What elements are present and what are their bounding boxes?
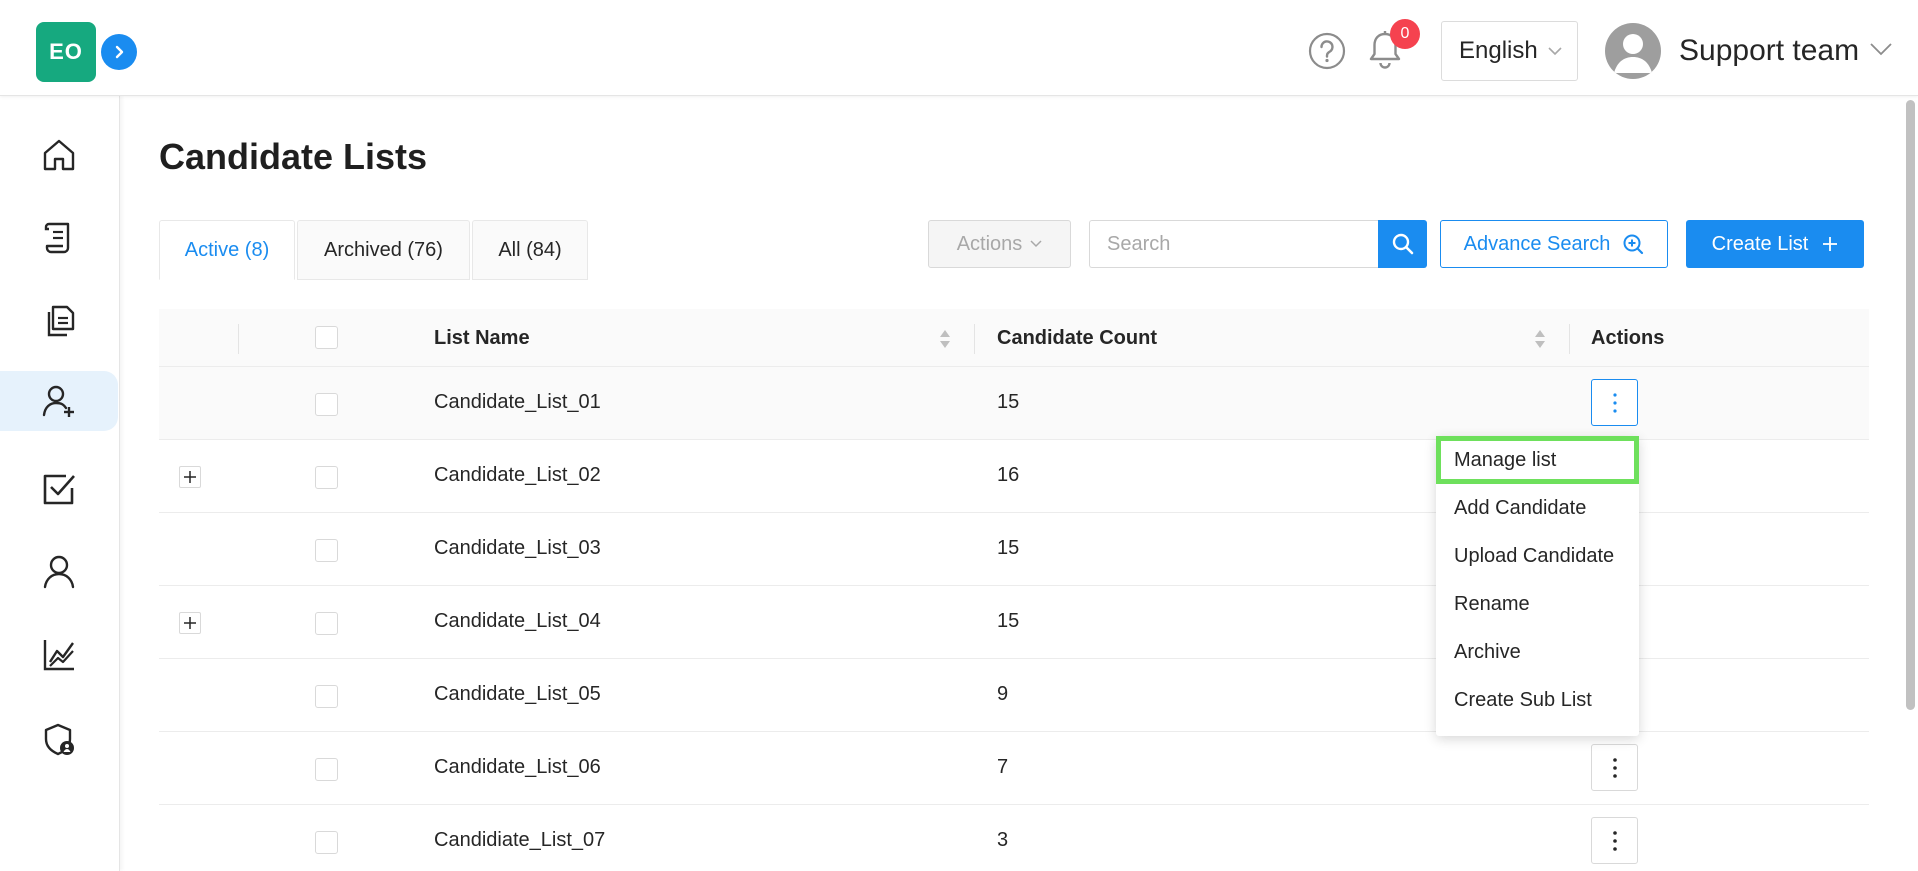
shield-user-icon [44,723,74,756]
candidate-count-cell: 9 [997,683,1009,705]
menu-item-rename[interactable]: Rename [1436,580,1639,628]
tab-active[interactable]: Active (8) [159,220,295,280]
list-name-cell[interactable]: Candidate_List_06 [434,756,601,779]
advance-search-button[interactable]: Advance Search [1440,220,1668,268]
help-icon [1308,32,1346,70]
bulk-actions-label: Actions [956,232,1023,255]
search-icon [1392,233,1413,255]
column-divider [1569,324,1570,354]
create-list-label: Create List [1711,232,1809,255]
expand-row-button[interactable] [179,612,201,634]
sidebar-item-home[interactable] [0,125,118,185]
plus-icon [1823,237,1838,251]
expand-sidebar-button[interactable] [101,34,137,70]
row-actions-button[interactable] [1591,744,1638,791]
help-button[interactable] [1308,32,1346,75]
candidate-count-cell: 15 [997,610,1020,632]
list-name-cell[interactable]: Candidate_List_02 [434,464,601,487]
sidebar-item-reports[interactable] [0,625,118,685]
checkbox-icon [43,474,75,505]
tab-all[interactable]: All (84) [472,220,588,280]
chart-icon [43,640,74,671]
top-bar: EO 0 English Support team [0,0,1918,96]
row-checkbox[interactable] [315,758,338,781]
row-checkbox[interactable] [315,612,338,635]
table-header: List Name Candidate Count Actions [159,309,1869,367]
sidebar-item-users[interactable] [0,542,118,602]
home-icon [43,139,75,171]
chevron-down-icon[interactable] [1870,42,1892,56]
candidate-count-cell: 16 [997,464,1020,486]
language-label: English [1459,37,1538,64]
more-vertical-icon [1612,392,1617,413]
chevron-down-icon [1548,47,1562,56]
language-select[interactable]: English [1441,21,1578,81]
list-name-cell[interactable]: Candidate_List_03 [434,537,601,560]
column-header-candidate-count[interactable]: Candidate Count [997,327,1157,350]
row-checkbox[interactable] [315,539,338,562]
column-divider [238,324,239,354]
plus-icon [184,617,196,629]
sidebar-item-candidates[interactable] [0,371,118,431]
list-name-cell[interactable]: Candidate_List_05 [434,683,601,706]
sidebar-item-scroll[interactable] [0,208,118,268]
row-checkbox[interactable] [315,466,338,489]
column-header-actions: Actions [1591,327,1665,349]
user-avatar-icon [1614,34,1652,73]
row-checkbox[interactable] [315,685,338,708]
candidate-count-cell: 15 [997,391,1020,413]
sidebar-item-tasks[interactable] [0,459,118,519]
list-name-cell[interactable]: Candidate_List_01 [434,391,601,414]
expand-row-button[interactable] [179,466,201,488]
menu-item-upload-candidate[interactable]: Upload Candidate [1436,532,1639,580]
row-checkbox[interactable] [315,393,338,416]
menu-item-manage-list[interactable]: Manage list [1436,436,1639,484]
more-vertical-icon [1612,830,1617,851]
create-list-button[interactable]: Create List [1686,220,1864,268]
notification-badge: 0 [1390,19,1420,49]
more-vertical-icon [1612,757,1617,778]
row-checkbox[interactable] [315,831,338,854]
plus-icon [184,471,196,483]
scrollbar[interactable] [1906,100,1915,710]
row-actions-button[interactable] [1591,817,1638,864]
row-actions-button[interactable] [1591,379,1638,426]
add-user-icon [42,385,74,417]
menu-item-add-candidate[interactable]: Add Candidate [1436,484,1639,532]
column-header-list-name[interactable]: List Name [434,327,530,350]
chevron-right-icon [115,45,124,59]
sidebar-item-documents[interactable] [0,291,118,351]
list-name-cell[interactable]: Candidiate_List_07 [434,829,605,852]
sort-icon[interactable] [1534,329,1546,349]
user-name[interactable]: Support team [1679,34,1859,68]
user-icon [43,555,75,589]
search-input[interactable] [1089,220,1379,268]
documents-icon [47,305,75,337]
avatar[interactable] [1605,23,1661,79]
candidate-count-cell: 15 [997,537,1020,559]
tab-archived[interactable]: Archived (76) [297,220,470,280]
column-divider [974,324,975,354]
select-all-checkbox[interactable] [315,326,338,349]
table-row[interactable]: Candidiate_List_07 3 [159,805,1869,871]
page-title: Candidate Lists [159,136,428,177]
menu-item-archive[interactable]: Archive [1436,628,1639,676]
advance-search-label: Advance Search [1463,232,1611,255]
search-button[interactable] [1378,220,1427,268]
table-row[interactable]: Candidate_List_01 15 [159,367,1869,440]
bulk-actions-button[interactable]: Actions [928,220,1071,268]
candidate-count-cell: 3 [997,829,1009,851]
scroll-icon [44,222,70,254]
list-name-cell[interactable]: Candidate_List_04 [434,610,601,633]
sidebar-item-security[interactable] [0,710,118,770]
logo[interactable]: EO [36,22,96,82]
zoom-in-icon [1623,234,1644,255]
row-actions-menu: Manage list Add Candidate Upload Candida… [1436,436,1639,736]
chevron-down-icon [1030,240,1042,248]
sort-icon[interactable] [939,329,951,349]
candidate-count-cell: 7 [997,756,1009,778]
menu-item-create-sub-list[interactable]: Create Sub List [1436,676,1639,724]
table-row[interactable]: Candidate_List_06 7 [159,732,1869,805]
